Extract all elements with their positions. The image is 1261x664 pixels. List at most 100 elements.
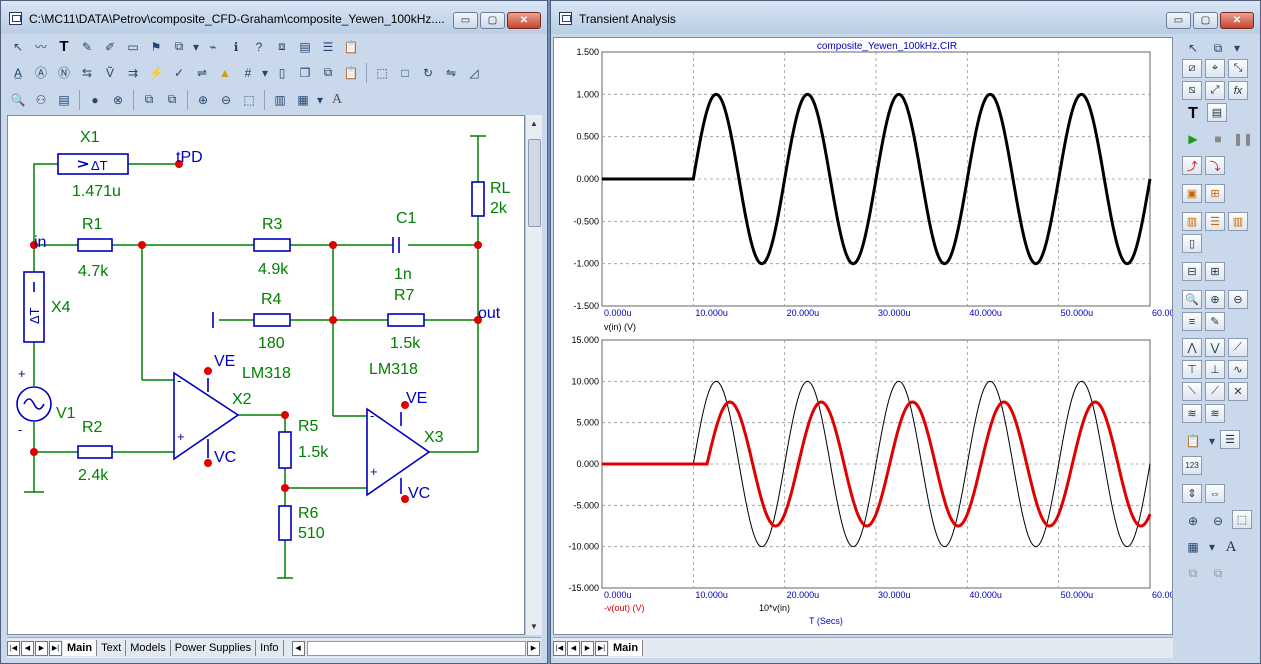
analysis-titlebar[interactable]: Transient Analysis ▭ ▢ ✕ xyxy=(551,1,1260,34)
probe-icon[interactable]: ⌁ xyxy=(202,36,224,58)
box-select-icon[interactable]: ⬚ xyxy=(371,62,393,84)
zoom-fit-icon[interactable]: ⬚ xyxy=(238,89,260,111)
text-tool-icon[interactable]: T xyxy=(53,36,75,58)
tab-power-supplies[interactable]: Power Supplies xyxy=(171,640,257,656)
page-icon[interactable]: ▯ xyxy=(271,62,293,84)
zoom-in-icon[interactable]: ⊕ xyxy=(192,89,214,111)
stack2-icon[interactable]: ⧉ xyxy=(161,89,183,111)
select-arrow-icon[interactable]: ↖ xyxy=(7,36,29,58)
dropdown-arrow-icon[interactable]: ▾ xyxy=(1207,430,1217,452)
tab-text[interactable]: Text xyxy=(97,640,127,656)
edit-icon[interactable]: ✎ xyxy=(1205,312,1225,331)
peak-icon[interactable]: ⋀ xyxy=(1182,338,1202,357)
first-page-icon[interactable]: |◀ xyxy=(7,640,20,656)
next-page-icon[interactable]: ▶ xyxy=(581,640,594,656)
lightning-icon[interactable]: ⚡ xyxy=(145,62,167,84)
numeric-output-icon[interactable]: ☰ xyxy=(1205,212,1225,231)
voltage-icon[interactable]: Ṽ xyxy=(99,62,121,84)
close-button[interactable]: ✕ xyxy=(507,12,541,29)
last-page-icon[interactable]: ▶| xyxy=(595,640,608,656)
attribute-text-icon[interactable]: A̲ xyxy=(7,62,29,84)
tag-icon[interactable]: ≋ xyxy=(1182,404,1202,423)
stop-icon[interactable]: ■ xyxy=(1207,128,1229,150)
auto-scale-icon[interactable]: ⤡ xyxy=(1228,59,1248,78)
graph-icon[interactable]: ⧈ xyxy=(271,36,293,58)
magnify-icon[interactable]: 🔍 xyxy=(1182,290,1202,309)
tab-info[interactable]: Info xyxy=(256,640,284,656)
list-icon[interactable]: ☰ xyxy=(1220,430,1240,449)
stop-icon[interactable]: ● xyxy=(84,89,106,111)
function-icon[interactable]: fx xyxy=(1228,81,1248,100)
low-icon[interactable]: ⊥ xyxy=(1205,360,1225,379)
pin-icon[interactable]: ⇆ xyxy=(76,62,98,84)
zoom-in-icon[interactable]: ⊕ xyxy=(1182,510,1204,532)
left-icon[interactable]: ⟍ xyxy=(1182,382,1202,401)
step-icon[interactable]: ⤴ xyxy=(1182,156,1202,175)
check-icon[interactable]: ✓ xyxy=(168,62,190,84)
scroll-thumb[interactable] xyxy=(528,139,541,227)
equal-icon[interactable]: ≡ xyxy=(1182,312,1202,331)
tabs-scroll-right-icon[interactable]: ▶ xyxy=(527,640,540,656)
zoom-out-icon[interactable]: ⊖ xyxy=(1207,510,1229,532)
layout-icon[interactable]: ▦ xyxy=(292,89,314,111)
dropdown-arrow-icon[interactable]: ▾ xyxy=(191,36,201,58)
component-icon[interactable]: ⧉ xyxy=(168,36,190,58)
scroll-down-arrow-icon[interactable]: ▼ xyxy=(526,618,542,635)
run-icon[interactable]: ▶ xyxy=(1182,128,1204,150)
scroll-up-arrow-icon[interactable]: ▲ xyxy=(526,115,542,132)
binoculars-icon[interactable]: ⚇ xyxy=(30,89,52,111)
mirror-icon[interactable]: ◿ xyxy=(463,62,485,84)
font-icon[interactable]: A xyxy=(326,89,348,111)
wire-icon[interactable]: 〰 xyxy=(30,36,52,58)
schematic-vscroll[interactable]: ▲ ▼ xyxy=(525,115,542,635)
pen-icon[interactable]: ✐ xyxy=(99,36,121,58)
stack2-icon[interactable]: ⧉ xyxy=(1207,562,1229,584)
component-icon[interactable]: ⧉ xyxy=(1207,37,1229,59)
grid-icon[interactable]: # xyxy=(237,62,259,84)
copy-icon[interactable]: ❐ xyxy=(294,62,316,84)
info-icon[interactable]: ℹ xyxy=(225,36,247,58)
horizontal-scrollbar[interactable] xyxy=(306,640,526,656)
zoom-in-icon[interactable]: ⊕ xyxy=(1205,290,1225,309)
dropdown-arrow-icon[interactable]: ▾ xyxy=(1232,37,1242,59)
square-icon[interactable]: □ xyxy=(394,62,416,84)
flag-icon[interactable]: ⚑ xyxy=(145,36,167,58)
high-icon[interactable]: ⊤ xyxy=(1182,360,1202,379)
cancel-icon[interactable]: ⊗ xyxy=(107,89,129,111)
dropdown-arrow-icon[interactable]: ▾ xyxy=(260,62,270,84)
layout-icon[interactable]: ▦ xyxy=(1182,536,1204,558)
prev-page-icon[interactable]: ◀ xyxy=(21,640,34,656)
zoom-box-icon[interactable]: ⧅ xyxy=(1182,81,1202,100)
node-names-icon[interactable]: Ⓝ xyxy=(53,62,75,84)
plot-area[interactable]: composite_Yewen_100kHz.CIR 1.500 1.000 0.5… xyxy=(553,37,1185,635)
window-icon[interactable]: ▣ xyxy=(1182,184,1202,203)
stack-icon[interactable]: ⧉ xyxy=(1182,562,1204,584)
warning-icon[interactable]: ▲ xyxy=(214,62,236,84)
clipboard-icon[interactable]: 📋 xyxy=(1182,430,1204,452)
right-icon[interactable]: ⟋ xyxy=(1205,382,1225,401)
numbers-icon[interactable]: 123 xyxy=(1182,456,1202,475)
minus-box-icon[interactable]: ⊟ xyxy=(1182,262,1202,281)
next-page-icon[interactable]: ▶ xyxy=(35,640,48,656)
close-button[interactable]: ✕ xyxy=(1220,12,1254,29)
paste-icon[interactable]: 📋 xyxy=(340,62,362,84)
fit-height-icon[interactable]: ⇕ xyxy=(1182,484,1202,503)
last-page-icon[interactable]: ▶| xyxy=(49,640,62,656)
calc-icon[interactable]: ▤ xyxy=(294,36,316,58)
fit-width-icon[interactable]: ⇔ xyxy=(1205,484,1225,503)
bus-icon[interactable]: ▭ xyxy=(122,36,144,58)
zoom-out-icon[interactable]: ⊖ xyxy=(215,89,237,111)
attribute-value-icon[interactable]: Ⓐ xyxy=(30,62,52,84)
dropdown-arrow-icon[interactable]: ▾ xyxy=(1207,536,1217,558)
scale-icon[interactable]: ⧄ xyxy=(1182,59,1202,78)
arrow-right-icon[interactable]: ⇉ xyxy=(122,62,144,84)
text-tool-icon[interactable]: T xyxy=(1182,103,1204,125)
find-icon[interactable]: 🔍 xyxy=(7,89,29,111)
tab-models[interactable]: Models xyxy=(126,640,171,656)
minimize-button[interactable]: ▭ xyxy=(1166,12,1191,29)
properties-icon[interactable]: ▤ xyxy=(1207,103,1227,122)
rotate-icon[interactable]: ↻ xyxy=(417,62,439,84)
maximize-button[interactable]: ▢ xyxy=(1193,12,1218,29)
maximize-button[interactable]: ▢ xyxy=(480,12,505,29)
tile-icon[interactable]: ⊞ xyxy=(1205,184,1225,203)
